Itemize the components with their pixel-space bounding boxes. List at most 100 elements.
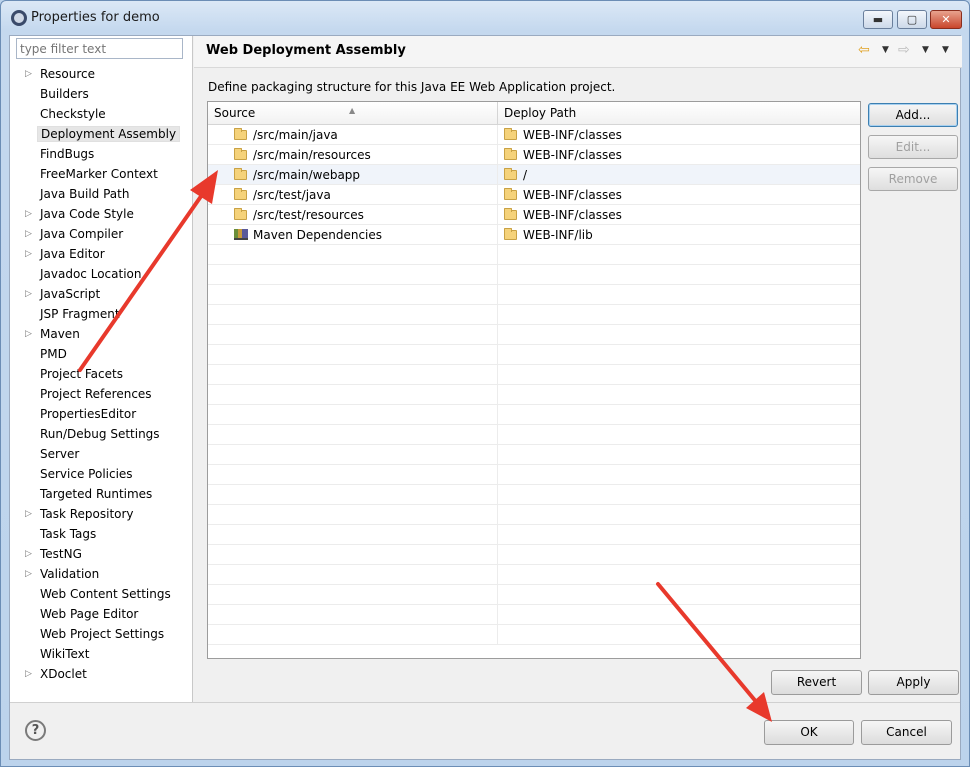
tree-item[interactable]: ▷ Java Editor [10, 244, 192, 264]
tree-item[interactable]: PMD [10, 344, 192, 364]
expand-arrow-icon[interactable]: ▷ [25, 664, 32, 684]
deploy-path-cell: WEB-INF/classes [498, 145, 860, 165]
table-row[interactable]: /src/test/resources WEB-INF/classes [208, 205, 860, 225]
tree-item[interactable]: ▷ XDoclet [10, 664, 192, 684]
column-header-source[interactable]: Source ▲ [208, 102, 498, 125]
add-button[interactable]: Add... [868, 103, 958, 127]
tree-item-label: Java Code Style [40, 207, 134, 221]
tree-item[interactable]: Checkstyle [10, 104, 192, 124]
expand-arrow-icon[interactable]: ▷ [25, 244, 32, 264]
expand-arrow-icon[interactable]: ▷ [25, 324, 32, 344]
back-arrow-icon[interactable]: ⇦ [858, 42, 870, 58]
tree-item-label: Run/Debug Settings [40, 427, 160, 441]
tree-item-label: Targeted Runtimes [40, 487, 153, 501]
tree-item[interactable]: Javadoc Location [10, 264, 192, 284]
page-title: Web Deployment Assembly [206, 43, 406, 58]
tree-item-label: FindBugs [40, 147, 95, 161]
table-row[interactable]: /src/main/webapp / [208, 165, 860, 185]
empty-table-row [208, 525, 860, 545]
forward-arrow-icon[interactable]: ⇨ [898, 42, 910, 58]
deploy-path-cell [498, 265, 860, 285]
tree-item[interactable]: ▷ Validation [10, 564, 192, 584]
help-icon[interactable]: ? [25, 720, 46, 741]
tree-item[interactable]: Deployment Assembly [10, 124, 192, 144]
expand-arrow-icon[interactable]: ▷ [25, 564, 32, 584]
edit-button[interactable]: Edit... [868, 135, 958, 159]
tree-item[interactable]: Java Build Path [10, 184, 192, 204]
apply-button[interactable]: Apply [868, 670, 959, 695]
tree-item[interactable]: ▷ Java Code Style [10, 204, 192, 224]
expand-arrow-icon[interactable]: ▷ [25, 504, 32, 524]
source-cell [208, 605, 498, 625]
column-header-deploy-path[interactable]: Deploy Path [498, 102, 860, 125]
tree-item[interactable]: ▷ JavaScript [10, 284, 192, 304]
source-text: /src/test/java [253, 188, 331, 202]
expand-arrow-icon[interactable]: ▷ [25, 204, 32, 224]
tree-item-label: TestNG [40, 547, 82, 561]
cancel-button[interactable]: Cancel [861, 720, 952, 745]
remove-button[interactable]: Remove [868, 167, 958, 191]
title-bar[interactable]: Properties for demo ▬ ▢ ✕ [1, 1, 969, 35]
tree-item[interactable]: Project Facets [10, 364, 192, 384]
tree-item[interactable]: Web Project Settings [10, 624, 192, 644]
tree-item-label: XDoclet [40, 667, 87, 681]
source-cell [208, 265, 498, 285]
tree-item[interactable]: ▷ Java Compiler [10, 224, 192, 244]
deploy-path-cell: WEB-INF/classes [498, 205, 860, 225]
expand-arrow-icon[interactable]: ▷ [25, 284, 32, 304]
deploy-path-cell [498, 565, 860, 585]
tree-item[interactable]: Web Content Settings [10, 584, 192, 604]
table-row[interactable]: /src/test/java WEB-INF/classes [208, 185, 860, 205]
source-cell [208, 625, 498, 645]
table-row[interactable]: /src/main/java WEB-INF/classes [208, 125, 860, 145]
source-cell: /src/main/webapp [208, 165, 498, 185]
empty-table-row [208, 565, 860, 585]
tree-item[interactable]: PropertiesEditor [10, 404, 192, 424]
expand-arrow-icon[interactable]: ▷ [25, 224, 32, 244]
tree-item[interactable]: Web Page Editor [10, 604, 192, 624]
tree-item[interactable]: ▷ Task Repository [10, 504, 192, 524]
table-row[interactable]: Maven Dependencies WEB-INF/lib [208, 225, 860, 245]
tree-item[interactable]: Server [10, 444, 192, 464]
minimize-button[interactable]: ▬ [863, 10, 893, 29]
expand-arrow-icon[interactable]: ▷ [25, 544, 32, 564]
source-cell [208, 545, 498, 565]
tree-item[interactable]: ▷ TestNG [10, 544, 192, 564]
tree-item[interactable]: Service Policies [10, 464, 192, 484]
revert-button[interactable]: Revert [771, 670, 862, 695]
filter-input[interactable] [16, 38, 183, 59]
tree-item[interactable]: FreeMarker Context [10, 164, 192, 184]
dialog-client-area: ▷ Resource Builders Checkstyle Deployment As… [9, 35, 962, 760]
close-button[interactable]: ✕ [930, 10, 962, 29]
source-text: /src/main/webapp [253, 168, 361, 182]
tree-item[interactable]: JSP Fragment [10, 304, 192, 324]
forward-dropdown-icon[interactable]: ▼ [922, 45, 929, 55]
tree-item-label: Task Tags [40, 527, 97, 541]
source-cell [208, 445, 498, 465]
tree-item[interactable]: Task Tags [10, 524, 192, 544]
back-dropdown-icon[interactable]: ▼ [882, 45, 889, 55]
tree-item[interactable]: Builders [10, 84, 192, 104]
tree-item-label: Web Content Settings [40, 587, 171, 601]
tree-item[interactable]: ▷ Maven [10, 324, 192, 344]
source-cell [208, 425, 498, 445]
table-row[interactable]: /src/main/resources WEB-INF/classes [208, 145, 860, 165]
eclipse-app-icon [11, 10, 27, 26]
maximize-button[interactable]: ▢ [897, 10, 927, 29]
empty-table-row [208, 605, 860, 625]
empty-table-row [208, 285, 860, 305]
tree-item[interactable]: Run/Debug Settings [10, 424, 192, 444]
page-header: Web Deployment Assembly ⇦ ▼ ⇨ ▼ ▼ [194, 36, 962, 68]
tree-item[interactable]: WikiText [10, 644, 192, 664]
source-cell [208, 525, 498, 545]
view-menu-icon[interactable]: ▼ [942, 45, 949, 55]
source-cell [208, 285, 498, 305]
source-cell [208, 385, 498, 405]
tree-item[interactable]: FindBugs [10, 144, 192, 164]
expand-arrow-icon[interactable]: ▷ [25, 64, 32, 84]
tree-item[interactable]: Project References [10, 384, 192, 404]
tree-item[interactable]: Targeted Runtimes [10, 484, 192, 504]
tree-item-label: Service Policies [40, 467, 133, 481]
ok-button[interactable]: OK [764, 720, 854, 745]
tree-item[interactable]: ▷ Resource [10, 64, 192, 84]
